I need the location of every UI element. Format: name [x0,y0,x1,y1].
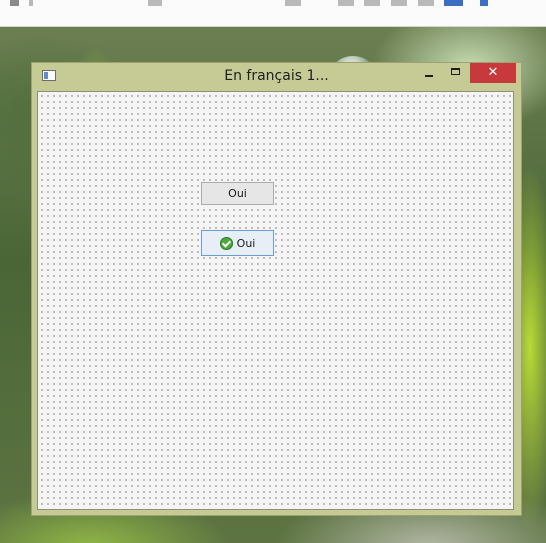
close-button[interactable]: ✕ [470,63,516,83]
minimize-button[interactable] [416,63,441,85]
toolbar-icon[interactable] [391,0,407,6]
maximize-button[interactable] [443,63,468,85]
toolbar-icon[interactable] [444,0,463,6]
host-toolbar [0,0,546,27]
window-titlebar[interactable]: En français 1... ✕ [32,63,521,89]
oui-button-label: Oui [228,187,247,200]
toolbar-icon[interactable] [480,0,488,6]
check-icon [219,236,233,250]
dialog-window[interactable]: En français 1... ✕ Oui Oui [31,62,522,516]
toolbar-icon[interactable] [285,0,301,6]
toolbar-icon[interactable] [148,0,162,6]
oui-check-button-label: Oui [236,236,256,250]
toolbar-icon[interactable] [364,0,380,6]
toolbar-icon[interactable] [338,0,354,6]
form-design-surface[interactable]: Oui Oui [37,91,514,510]
toolbar-icon[interactable] [418,0,434,6]
oui-check-button[interactable]: Oui [201,230,274,256]
close-icon: ✕ [487,65,499,80]
toolbar-icon[interactable] [29,0,33,6]
toolbar-icon[interactable] [10,0,19,6]
oui-button[interactable]: Oui [201,182,274,205]
